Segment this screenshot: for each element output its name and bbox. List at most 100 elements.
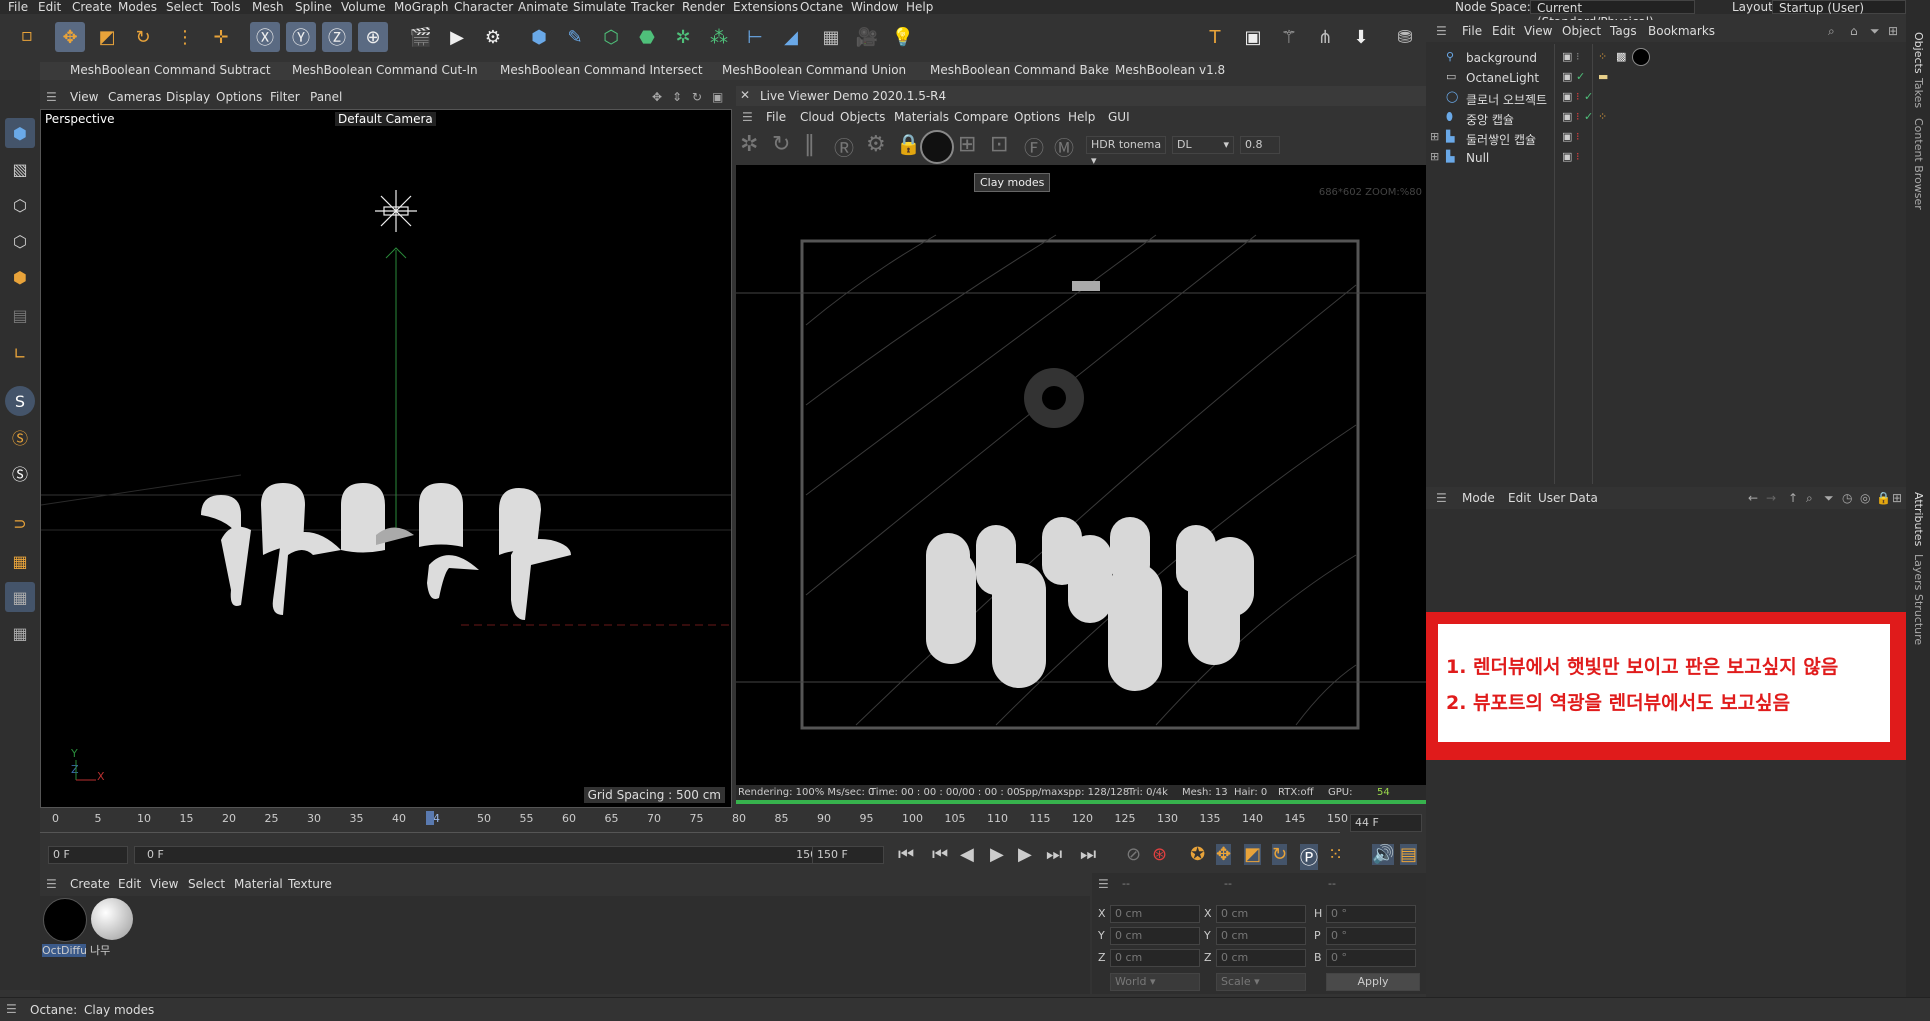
rotate-tool-icon[interactable]: ↻ [128,22,158,52]
visibility-dots-icon[interactable]: ⁝ [1576,90,1580,103]
material-tag-icon[interactable] [1632,48,1650,66]
hamburger-icon[interactable]: ☰ [46,90,57,104]
up-arrow-icon[interactable]: ↑ [1788,491,1798,505]
points-mode-icon[interactable]: ⬡ [5,190,35,220]
plugin-bake[interactable]: MeshBoolean Command Bake [930,63,1109,77]
key-position-icon[interactable]: ✥ [1216,844,1232,865]
attr-menu-mode[interactable]: Mode [1462,491,1495,505]
home-icon[interactable]: ⌂ [1850,24,1858,38]
lock-icon[interactable]: 🔒 [896,132,921,156]
pos-x-field[interactable]: 0 cm [1110,905,1200,923]
light-tag-icon[interactable]: ▬ [1598,70,1608,83]
tab-objects[interactable]: Objects [1912,32,1925,74]
object-row-background[interactable]: ⚲ background ▣ ⁝ ⁘ ▩ [1426,48,1906,68]
lv-menu-file[interactable]: File [766,110,786,124]
tab-takes[interactable]: Takes [1912,78,1925,108]
mat-menu-edit[interactable]: Edit [118,877,141,891]
edit-icon[interactable]: ▣ [1562,130,1572,143]
menu-simulate[interactable]: Simulate [573,0,626,14]
attr-menu-user-data[interactable]: User Data [1538,491,1598,505]
menu-file[interactable]: File [8,0,28,14]
node-space-select[interactable]: Current (Standard/Physical) [1530,0,1695,29]
octane-logo-icon[interactable]: ✲ [740,132,758,157]
attr-filter-icon[interactable]: ⏷ [1824,491,1834,506]
lv-menu-objects[interactable]: Objects [840,110,885,124]
tag-icon[interactable]: ⁘ [1598,50,1607,63]
octane-materials-icon[interactable]: ⛃ [1390,22,1420,52]
play-icon[interactable]: ▶ [990,844,1004,865]
mat-hamburger-icon[interactable]: ☰ [46,877,57,891]
pick-material-icon[interactable]: ⊡ [990,132,1008,157]
obj-menu-edit[interactable]: Edit [1492,24,1515,38]
search-icon[interactable]: ⌕ [1828,24,1835,39]
plugin-version[interactable]: MeshBoolean v1.8 [1115,63,1225,77]
visibility-dots-icon[interactable]: ⁝ [1576,50,1580,63]
edit-icon[interactable]: ▣ [1562,110,1572,123]
lv-menu-cloud[interactable]: Cloud [800,110,834,124]
undo-icon[interactable]: ▫ [12,20,42,50]
next-frame-icon[interactable]: ▶ [1018,844,1032,865]
menu-window[interactable]: Window [851,0,898,14]
tonemap-select[interactable]: HDR tonema ▾ [1086,136,1166,167]
record-disabled-icon[interactable]: ⊘ [1126,844,1141,865]
mat-menu-material[interactable]: Material [234,877,283,891]
attr-search-icon[interactable]: ⌕ [1806,491,1813,506]
mat-menu-view[interactable]: View [150,877,178,891]
mat-menu-select[interactable]: Select [188,877,225,891]
exposure-field[interactable]: 0.8 [1240,136,1280,154]
vp-menu-view[interactable]: View [70,90,98,104]
forward-arrow-icon[interactable]: → [1766,491,1776,505]
tab-attributes[interactable]: Attributes [1912,492,1925,546]
edit-icon[interactable]: ▣ [1562,70,1572,83]
enabled-check-icon[interactable]: ✓ [1584,110,1593,123]
y-axis-icon[interactable]: Ⓨ [286,22,316,52]
key-param-icon[interactable]: Ⓟ [1300,844,1318,870]
world-coord-icon[interactable]: ⊕ [358,22,388,52]
move-tool-icon[interactable]: ✥ [55,22,85,52]
snap-icon[interactable]: S [5,386,35,416]
menu-character[interactable]: Character [454,0,513,14]
menu-select[interactable]: Select [166,0,203,14]
cube-icon[interactable]: ⬢ [524,22,554,52]
transform-icon[interactable]: ✛ [206,22,236,52]
go-end-icon[interactable]: ⏭ [1080,844,1096,865]
visibility-dots-icon[interactable]: ⁝ [1576,130,1580,143]
enabled-check-icon[interactable]: ✓ [1584,90,1593,103]
size-z-field[interactable]: 0 cm [1216,949,1306,967]
attr-hamburger-icon[interactable]: ☰ [1436,491,1447,505]
render-view[interactable]: Clay modes 686*602 ZOOM:%80 [736,165,1426,785]
obj-menu-view[interactable]: View [1524,24,1552,38]
rot-p-field[interactable]: 0 ° [1326,927,1416,945]
restart-render-icon[interactable]: ↻ [772,132,790,157]
camera-icon[interactable]: 🎥 [852,22,882,52]
obj-menu-file[interactable]: File [1462,24,1482,38]
magnet-icon[interactable]: ⊃ [5,508,35,538]
checker-tag-icon[interactable]: ▩ [1616,50,1626,63]
menu-tracker[interactable]: Tracker [631,0,674,14]
sun-light-icon[interactable] [375,190,417,232]
tag-icon[interactable]: ⁘ [1598,110,1607,123]
close-icon[interactable]: ✕ [740,88,750,102]
scale-tool-icon[interactable]: ◩ [92,22,122,52]
current-frame-field[interactable]: 44 F [1350,814,1422,832]
size-y-field[interactable]: 0 cm [1216,927,1306,945]
attr-new-window-icon[interactable]: ⊞ [1892,491,1902,505]
pick-focus-f-icon[interactable]: Ⓕ [1024,132,1044,161]
tab-layers[interactable]: Layers [1912,554,1925,590]
subdivision-icon[interactable]: ⬡ [596,22,626,52]
lv-menu-compare[interactable]: Compare [954,110,1008,124]
z-axis-icon[interactable]: Ⓩ [322,22,352,52]
object-row-center-capsule[interactable]: ⬮ 중앙 캡슐 ▣ ⁝ ✓ ⁘ [1426,108,1906,128]
render-picture-icon[interactable]: ▶ [442,22,472,52]
plugin-cut-in[interactable]: MeshBoolean Command Cut-In [292,63,478,77]
octane-import-icon[interactable]: ⬇ [1346,22,1376,52]
plugin-subtract[interactable]: MeshBoolean Command Subtract [70,63,271,77]
array-icon[interactable]: ✲ [668,22,698,52]
menu-mograph[interactable]: MoGraph [394,0,449,14]
coord-hamburger-icon[interactable]: ☰ [1098,877,1109,891]
orbit-icon[interactable]: ↻ [692,90,702,104]
lv-menu-options[interactable]: Options [1014,110,1060,124]
attr-menu-edit[interactable]: Edit [1508,491,1531,505]
end-frame-field[interactable]: 150 F [812,846,884,864]
texture-mode-icon[interactable]: ▧ [5,154,35,184]
